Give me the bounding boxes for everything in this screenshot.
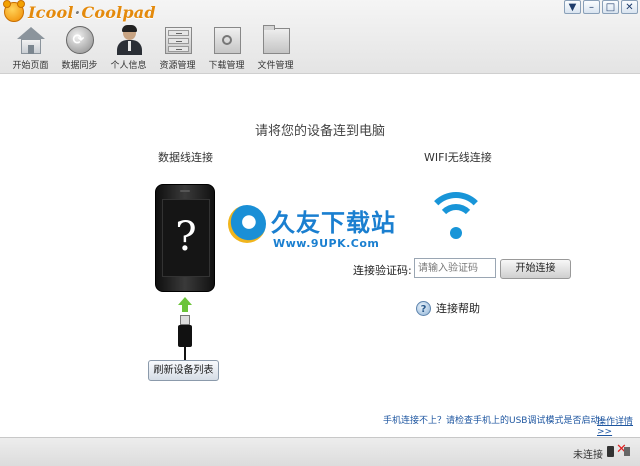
page-title: 请将您的设备连到电脑: [254, 124, 385, 139]
folder-icon: [260, 25, 292, 55]
connect-help-link[interactable]: ? 连接帮助: [416, 300, 480, 316]
nav-label: 数据同步: [61, 61, 98, 71]
logo-text: Icool·Coolpad: [28, 3, 156, 22]
sync-icon: ⟳: [64, 25, 96, 55]
phone-illustration: ?: [155, 184, 215, 292]
minimize-button[interactable]: –: [583, 0, 600, 14]
nav-label: 文件管理: [257, 61, 294, 71]
top-toolbar: Icool·Coolpad ▼ – □ ✕ 开始页面 ⟳ 数据同步 个人信息 资…: [0, 0, 640, 74]
nav-item-downloads[interactable]: 下载管理: [202, 25, 251, 71]
person-icon: [113, 25, 145, 55]
disconnected-icon: ✕: [607, 442, 630, 458]
nav-item-home[interactable]: 开始页面: [6, 25, 55, 71]
maximize-button[interactable]: □: [602, 0, 619, 14]
home-icon: [15, 25, 47, 55]
main-nav: 开始页面 ⟳ 数据同步 个人信息 资源管理 下载管理 文件管理: [6, 25, 300, 71]
logo-part2: Coolpad: [81, 2, 156, 22]
watermark-title: 久友下载站: [271, 209, 396, 237]
nav-item-sync[interactable]: ⟳ 数据同步: [55, 25, 104, 71]
start-connect-button[interactable]: 开始连接: [500, 259, 571, 279]
usb-debug-hint: 手机连接不上？请检查手机上的USB调试模式是否启动!: [383, 416, 604, 426]
usb-connect-title: 数据线连接: [158, 151, 213, 164]
operation-details-link[interactable]: 操作详情>>: [597, 414, 640, 437]
nav-label: 资源管理: [159, 61, 196, 71]
up-arrow-icon: [178, 297, 192, 313]
verification-code-label: 连接验证码:: [353, 264, 412, 277]
wifi-icon: [425, 192, 487, 242]
watermark: 久友下载站 Www.9UPK.Com: [228, 203, 408, 263]
app-logo: Icool·Coolpad: [3, 0, 156, 22]
connection-status: 未连接: [573, 450, 603, 461]
nav-label: 开始页面: [12, 61, 49, 71]
logo-icon: [3, 0, 25, 22]
logo-dot: ·: [74, 2, 81, 22]
watermark-url: Www.9UPK.Com: [273, 237, 380, 250]
phone-screen: ?: [162, 199, 210, 277]
nav-item-resources[interactable]: 资源管理: [153, 25, 202, 71]
nav-item-files[interactable]: 文件管理: [251, 25, 300, 71]
wifi-connect-title: WIFI无线连接: [424, 151, 492, 164]
help-icon: ?: [416, 300, 431, 316]
logo-part1: Icool: [28, 2, 74, 22]
nav-label: 个人信息: [110, 61, 147, 71]
verification-code-input[interactable]: [414, 258, 496, 278]
question-mark: ?: [175, 214, 197, 260]
watermark-logo-icon: [228, 205, 266, 243]
nav-label: 下载管理: [208, 61, 245, 71]
status-bar: 未连接 ✕: [0, 437, 640, 466]
close-button[interactable]: ✕: [621, 0, 638, 14]
cabinet-icon: [162, 25, 194, 55]
menu-button[interactable]: ▼: [564, 0, 581, 14]
refresh-device-list-button[interactable]: 刷新设备列表: [148, 360, 219, 381]
phone-speaker: [180, 190, 190, 192]
window-controls: ▼ – □ ✕: [564, 0, 638, 14]
connect-help-text: 连接帮助: [436, 302, 480, 315]
nav-item-personal-info[interactable]: 个人信息: [104, 25, 153, 71]
safe-icon: [211, 25, 243, 55]
usb-cable-icon: [178, 315, 192, 365]
